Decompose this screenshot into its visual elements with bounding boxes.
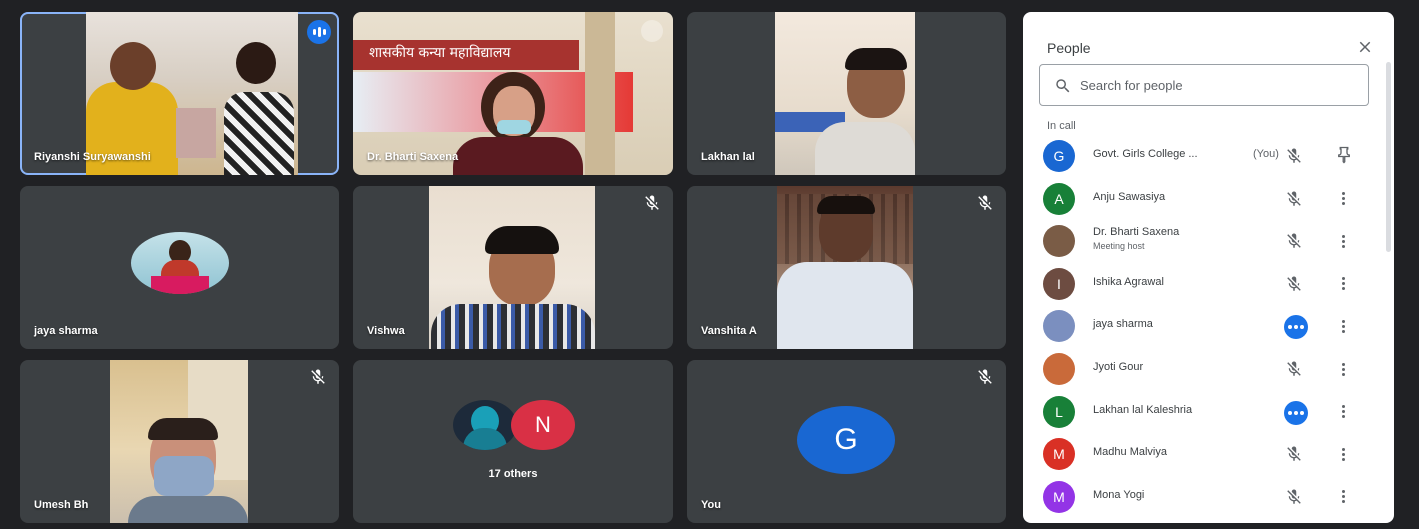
participant-name: Lakhan lal <box>701 151 755 163</box>
mic-off-icon <box>1287 148 1301 163</box>
more-options-icon[interactable] <box>1337 189 1349 209</box>
participant-avatar <box>1043 225 1075 258</box>
participant-row[interactable]: jaya sharma <box>1023 306 1385 346</box>
self-avatar: G <box>797 406 895 474</box>
participant-name: jaya sharma <box>34 325 98 337</box>
speaking-indicator-icon <box>307 20 331 44</box>
participant-name: Umesh Bh <box>34 499 89 511</box>
participant-avatar <box>131 232 229 294</box>
speaking-icon <box>1284 400 1308 425</box>
participant-row[interactable]: Jyoti Gour <box>1023 349 1385 389</box>
mic-off-icon <box>1287 446 1301 461</box>
participant-name: You <box>701 499 721 511</box>
participant-name: Vanshita A <box>701 325 757 337</box>
mic-off-icon <box>645 195 659 210</box>
more-options-icon[interactable] <box>1337 231 1349 251</box>
participant-avatar: G <box>1043 140 1075 172</box>
more-options-icon[interactable] <box>1337 402 1349 422</box>
participant-name: Lakhan lal Kaleshria <box>1093 403 1193 416</box>
participant-name: Madhu Malviya <box>1093 446 1167 459</box>
participant-video <box>777 186 913 349</box>
pin-icon[interactable] <box>641 20 663 42</box>
participant-name: Dr. Bharti Saxena <box>367 151 459 163</box>
mic-off-icon <box>1287 489 1301 504</box>
participant-tile[interactable]: Riyanshi Suryawanshi <box>20 12 339 175</box>
participant-avatar: A <box>1043 182 1075 215</box>
participant-role: Meeting host <box>1093 241 1145 252</box>
mic-off-icon <box>1287 361 1301 376</box>
panel-title: People <box>1047 40 1091 56</box>
close-icon[interactable] <box>1356 38 1374 56</box>
search-input[interactable] <box>1080 65 1360 105</box>
participant-tile[interactable]: Umesh Bh <box>20 360 339 523</box>
participant-name: Jyoti Gour <box>1093 361 1144 373</box>
people-panel: People In call G Govt. Girls College ... (… <box>1023 12 1394 523</box>
participant-tile[interactable]: शासकीय कन्या महाविद्यालय Dr. Bharti Saxe… <box>353 12 673 175</box>
participant-row[interactable]: M Madhu Malviya <box>1023 434 1385 474</box>
participant-name: Mona Yogi <box>1093 488 1145 501</box>
participant-avatar: N <box>511 400 575 450</box>
participant-avatar: L <box>1043 395 1075 428</box>
participant-row[interactable]: Dr. Bharti Saxena Meeting host <box>1023 221 1385 261</box>
mic-off-icon <box>1287 191 1301 206</box>
participant-row[interactable]: L Lakhan lal Kaleshria <box>1023 392 1385 432</box>
mic-off-icon <box>978 195 992 210</box>
you-label: (You) <box>1253 148 1279 160</box>
participant-avatar: M <box>1043 438 1075 471</box>
participant-name: Riyanshi Suryawanshi <box>34 151 151 163</box>
participant-name: Anju Sawasiya <box>1093 190 1166 203</box>
mic-off-icon <box>1287 276 1301 291</box>
participant-avatar: I <box>1043 267 1075 300</box>
mic-off-icon <box>1287 233 1301 248</box>
self-tile[interactable]: G You <box>687 360 1006 523</box>
participant-row[interactable]: M Mona Yogi <box>1023 477 1385 517</box>
more-options-icon[interactable] <box>1337 274 1349 294</box>
participant-name: jaya sharma <box>1093 318 1153 331</box>
participant-avatar <box>453 400 517 450</box>
participant-tile[interactable]: Vishwa <box>353 186 673 349</box>
speaking-icon <box>1284 315 1308 340</box>
more-options-icon[interactable] <box>1337 487 1349 507</box>
section-label: In call <box>1047 120 1076 132</box>
scrollbar[interactable] <box>1386 62 1391 252</box>
participant-video <box>429 186 595 349</box>
others-tile[interactable]: N 17 others <box>353 360 673 523</box>
participant-tile[interactable]: Vanshita A <box>687 186 1006 349</box>
participant-name: Vishwa <box>367 325 405 337</box>
participant-name: Ishika Agrawal <box>1093 275 1164 288</box>
pin-icon[interactable] <box>1335 146 1353 164</box>
others-count-label: 17 others <box>488 468 538 480</box>
participant-tile[interactable]: Lakhan lal <box>687 12 1006 175</box>
participant-name: Dr. Bharti Saxena <box>1093 226 1180 239</box>
search-box[interactable] <box>1039 64 1369 106</box>
participant-video <box>775 12 915 175</box>
more-options-icon[interactable] <box>1337 316 1349 336</box>
participant-avatar <box>1043 310 1075 343</box>
mic-off-icon <box>311 369 325 384</box>
participant-tile[interactable]: jaya sharma <box>20 186 339 349</box>
more-options-icon[interactable] <box>1337 359 1349 379</box>
banner-text: शासकीय कन्या महाविद्यालय <box>369 45 511 61</box>
mic-off-icon <box>978 369 992 384</box>
search-icon <box>1056 79 1070 93</box>
participant-name: Govt. Girls College ... <box>1093 148 1198 160</box>
participant-video <box>110 360 248 523</box>
participant-avatar <box>1043 353 1075 385</box>
participant-avatar: M <box>1043 480 1075 513</box>
participant-row[interactable]: G Govt. Girls College ... (You) <box>1023 136 1385 176</box>
participant-row[interactable]: I Ishika Agrawal <box>1023 264 1385 304</box>
participant-row[interactable]: A Anju Sawasiya <box>1023 179 1385 219</box>
more-options-icon[interactable] <box>1337 444 1349 464</box>
